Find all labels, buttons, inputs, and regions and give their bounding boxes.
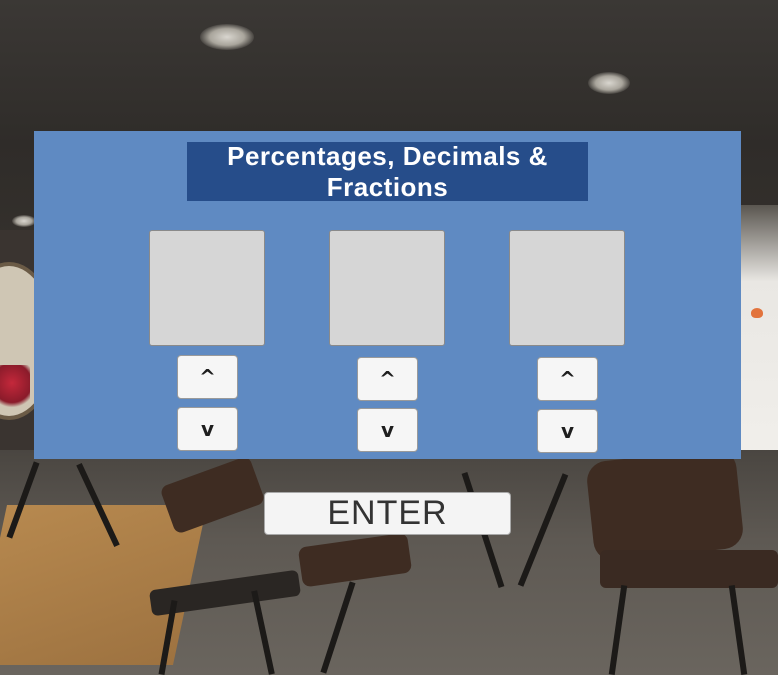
increment-button-2[interactable]: ^	[357, 357, 418, 401]
flowers	[0, 365, 30, 410]
puzzle-panel: Percentages, Decimals & Fractions ^ v ^ …	[34, 131, 741, 459]
title-text: Percentages, Decimals & Fractions	[227, 140, 548, 202]
title-banner: Percentages, Decimals & Fractions	[187, 140, 588, 202]
heart-decoration	[751, 308, 763, 318]
decrement-button-3[interactable]: v	[537, 409, 598, 453]
game-scene: Percentages, Decimals & Fractions ^ v ^ …	[0, 0, 778, 675]
chair	[585, 447, 745, 563]
digit-display-3	[509, 230, 625, 346]
decrement-button-2[interactable]: v	[357, 408, 418, 452]
digit-display-2	[329, 230, 445, 346]
increment-button-3[interactable]: ^	[537, 357, 598, 401]
ceiling-light	[12, 215, 36, 227]
right-wall	[740, 205, 778, 460]
increment-button-1[interactable]: ^	[177, 355, 238, 399]
ceiling-light	[200, 24, 254, 50]
chair	[600, 550, 778, 588]
decrement-button-1[interactable]: v	[177, 407, 238, 451]
digit-display-1	[149, 230, 265, 346]
ceiling-light	[588, 72, 630, 94]
enter-button[interactable]: ENTER	[264, 492, 511, 535]
